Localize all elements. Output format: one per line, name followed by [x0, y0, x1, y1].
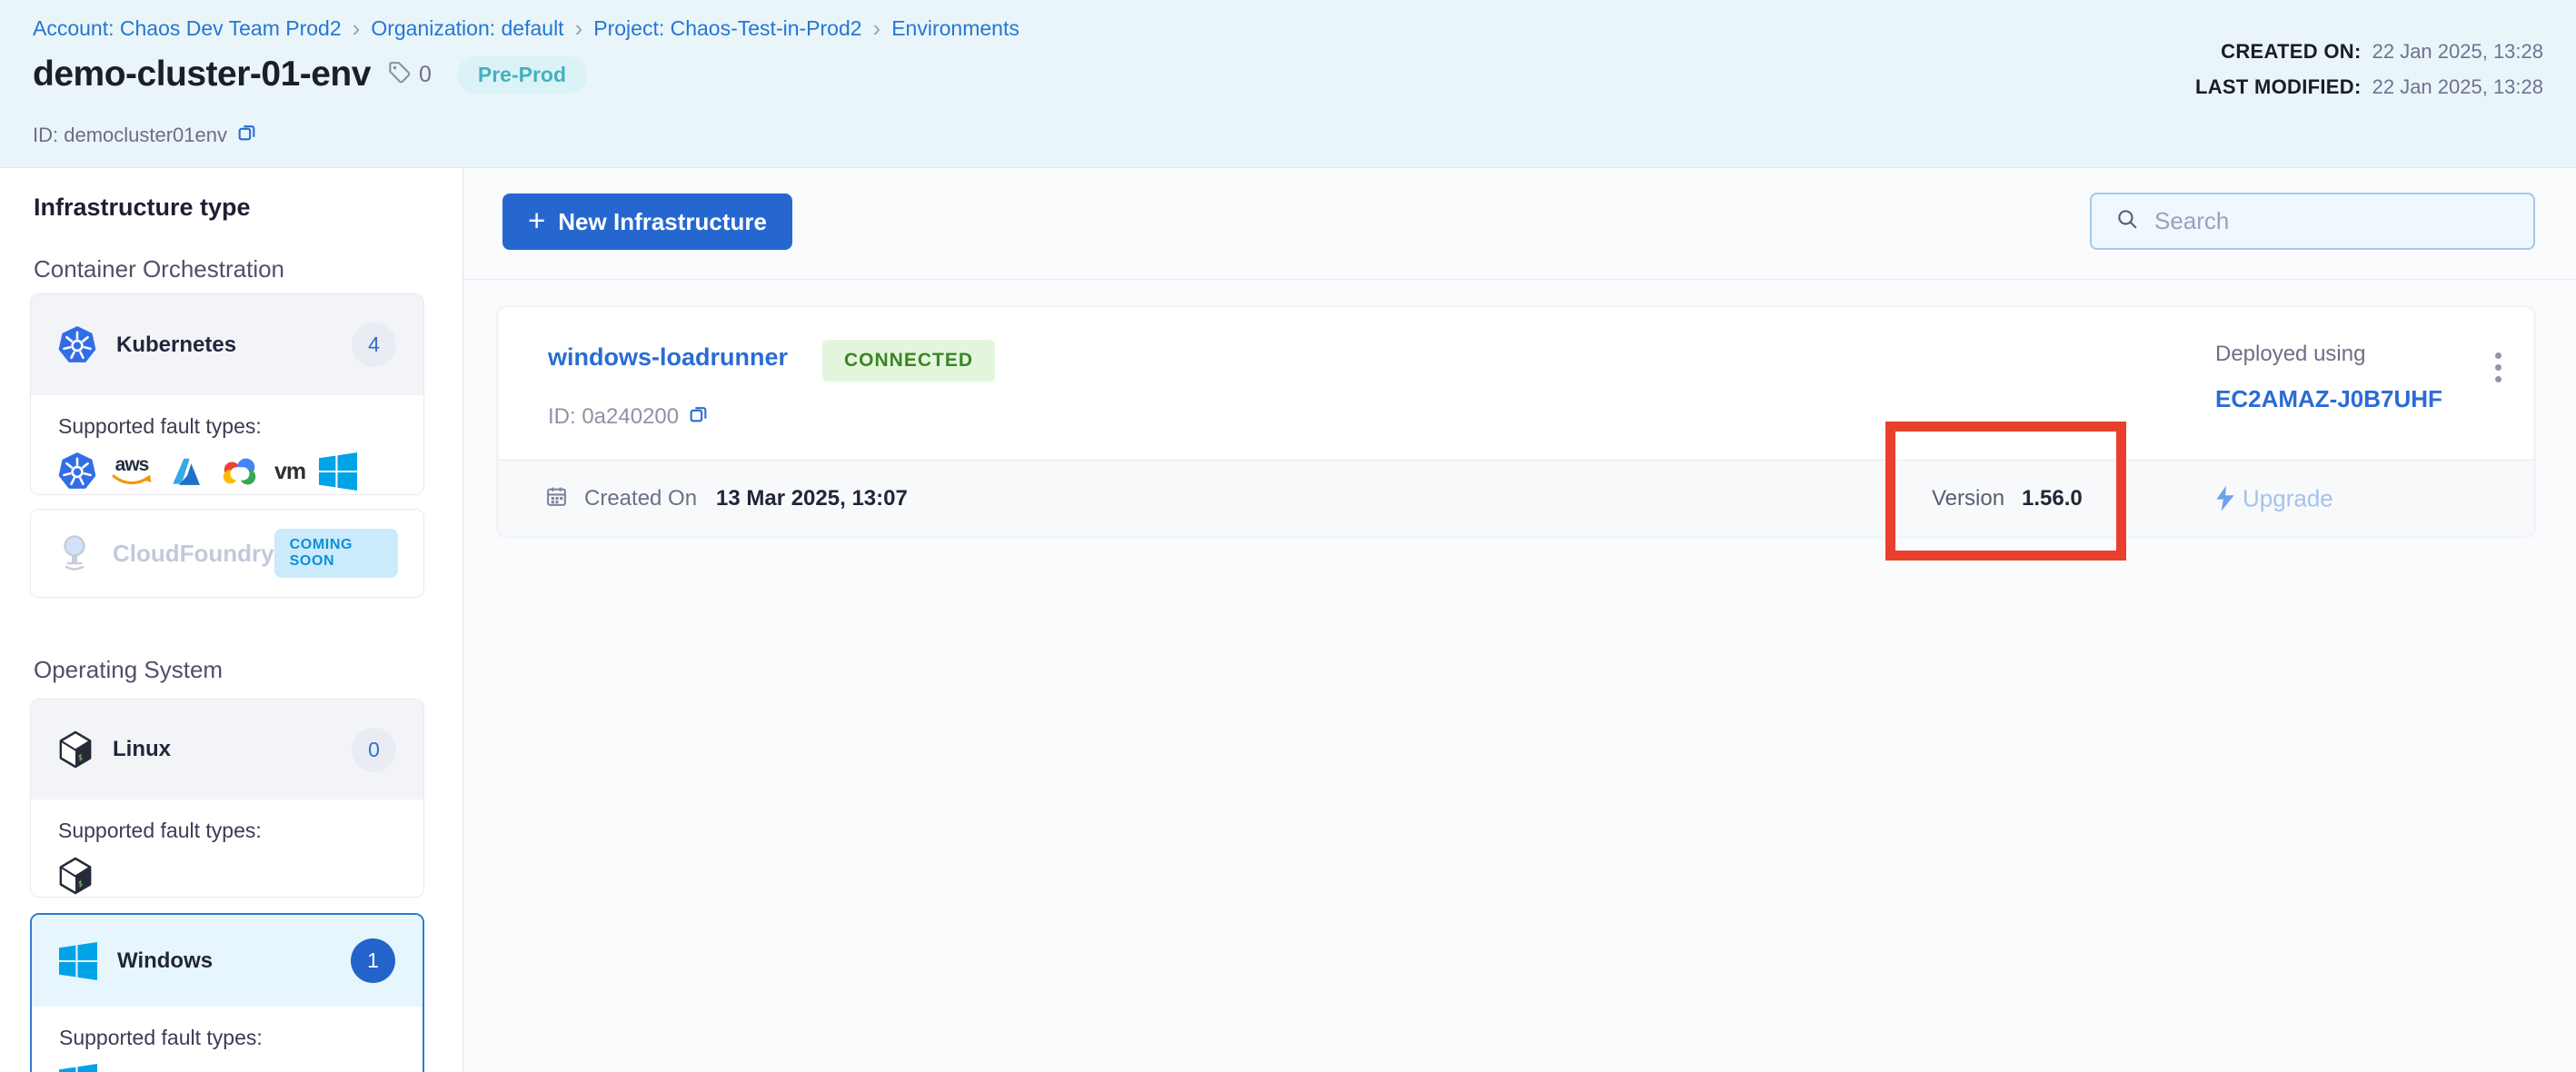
- vmware-icon: vm: [274, 452, 305, 491]
- linux-card-header: $ Linux 0: [31, 700, 423, 799]
- lightning-icon: [2215, 486, 2235, 511]
- new-infrastructure-button[interactable]: + New Infrastructure: [502, 194, 792, 250]
- sidebar-card-kubernetes[interactable]: Kubernetes 4 Supported fault types: aws: [30, 293, 424, 495]
- deployed-using-link[interactable]: EC2AMAZ-J0B7UHF: [2215, 385, 2442, 413]
- linux-icon: $: [58, 730, 93, 769]
- azure-icon: [167, 452, 205, 491]
- breadcrumb: Account: Chaos Dev Team Prod2 › Organiza…: [33, 16, 1019, 41]
- infrastructure-card: windows-loadrunner CONNECTED ID: 0a24020…: [497, 306, 2535, 536]
- sidebar-heading: Infrastructure type: [34, 194, 251, 222]
- windows-card-body: Supported fault types:: [32, 1007, 423, 1072]
- copy-icon[interactable]: [688, 403, 709, 431]
- page-header: Account: Chaos Dev Team Prod2 › Organiza…: [0, 0, 2576, 168]
- kubernetes-icon: [58, 452, 96, 491]
- kubernetes-label: Kubernetes: [116, 333, 236, 358]
- windows-icon: [319, 452, 357, 491]
- kubernetes-card-header: Kubernetes 4: [31, 294, 423, 395]
- environment-id-row: ID: democluster01env: [33, 122, 257, 148]
- supported-fault-types-label: Supported fault types:: [59, 1026, 395, 1050]
- sidebar-card-cloudfoundry: CloudFoundry COMING SOON: [30, 509, 424, 598]
- linux-count-badge: 0: [352, 728, 396, 772]
- linux-fault-type-icons: $: [58, 857, 396, 895]
- aws-icon: aws: [110, 452, 154, 491]
- tag-icon: [387, 60, 412, 89]
- linux-icon: $: [58, 857, 93, 895]
- kubernetes-icon: [58, 326, 96, 364]
- infrastructure-card-footer: Created On 13 Mar 2025, 13:07 Version 1.…: [498, 460, 2534, 536]
- search-box: [2090, 193, 2535, 250]
- tag-count: 0: [419, 62, 432, 88]
- created-on-label: Created On: [584, 486, 697, 511]
- sidebar-card-linux[interactable]: $ Linux 0 Supported fault types: $: [30, 699, 424, 898]
- calendar-icon: [545, 485, 568, 512]
- deployed-using-label: Deployed using: [2215, 342, 2365, 367]
- environment-type-badge: Pre-Prod: [457, 56, 587, 94]
- linux-card-body: Supported fault types: $: [31, 799, 423, 895]
- search-input[interactable]: [2154, 207, 2524, 235]
- breadcrumb-separator: ›: [873, 18, 881, 39]
- title-row: demo-cluster-01-env 0 Pre-Prod: [33, 55, 587, 94]
- infrastructure-id: ID: 0a240200: [548, 404, 679, 430]
- created-on-value: 22 Jan 2025, 13:28: [2372, 40, 2543, 64]
- cloudfoundry-icon: [56, 534, 93, 572]
- coming-soon-badge: COMING SOON: [274, 529, 398, 578]
- last-modified-value: 22 Jan 2025, 13:28: [2372, 75, 2543, 99]
- created-on-value: 13 Mar 2025, 13:07: [716, 486, 908, 511]
- supported-fault-types-label: Supported fault types:: [58, 819, 396, 843]
- environment-details-main: + New Infrastructure windows-loadrunner …: [463, 168, 2576, 1072]
- created-on-label: CREATED ON:: [2221, 40, 2361, 64]
- upgrade-label: Upgrade: [2243, 484, 2333, 512]
- last-modified-label: LAST MODIFIED:: [2195, 75, 2362, 99]
- toolbar-divider: [463, 279, 2576, 280]
- cloudfoundry-label: CloudFoundry: [113, 540, 274, 568]
- windows-icon: [59, 942, 97, 980]
- windows-fault-type-icons: [59, 1064, 395, 1072]
- infrastructure-id-row: ID: 0a240200: [548, 403, 709, 431]
- breadcrumb-account[interactable]: Account: Chaos Dev Team Prod2: [33, 16, 342, 41]
- plus-icon: +: [528, 207, 545, 234]
- kubernetes-fault-type-icons: aws vm: [58, 452, 396, 491]
- environment-id: ID: democluster01env: [33, 124, 227, 147]
- windows-icon: [59, 1064, 97, 1072]
- tags-control[interactable]: 0: [387, 60, 432, 89]
- new-infrastructure-label: New Infrastructure: [558, 208, 767, 236]
- supported-fault-types-label: Supported fault types:: [58, 414, 396, 439]
- last-modified-row: LAST MODIFIED: 22 Jan 2025, 13:28: [2195, 75, 2543, 99]
- breadcrumb-environments[interactable]: Environments: [891, 16, 1019, 41]
- sidebar-card-windows[interactable]: Windows 1 Supported fault types:: [30, 913, 424, 1072]
- app-window: Account: Chaos Dev Team Prod2 › Organiza…: [0, 0, 2576, 1072]
- kubernetes-card-body: Supported fault types: aws vm: [31, 395, 423, 491]
- breadcrumb-separator: ›: [575, 18, 583, 39]
- windows-count-badge: 1: [351, 938, 395, 983]
- windows-card-header: Windows 1: [32, 915, 423, 1007]
- kebab-menu-icon[interactable]: [2490, 347, 2507, 388]
- svg-text:$: $: [78, 753, 83, 762]
- page-title: demo-cluster-01-env: [33, 55, 371, 94]
- windows-label: Windows: [117, 948, 213, 974]
- svg-text:$: $: [78, 879, 83, 888]
- created-on-row: CREATED ON: 22 Jan 2025, 13:28: [2195, 40, 2543, 64]
- version-value: 1.56.0: [2022, 486, 2083, 511]
- version-label: Version: [1932, 486, 2004, 511]
- gcp-icon: [219, 452, 261, 491]
- breadcrumb-project[interactable]: Project: Chaos-Test-in-Prod2: [593, 16, 861, 41]
- infrastructure-name-link[interactable]: windows-loadrunner: [548, 343, 788, 372]
- section-container-orchestration: Container Orchestration: [34, 255, 284, 283]
- breadcrumb-separator: ›: [353, 18, 361, 39]
- search-icon: [2115, 207, 2140, 236]
- header-meta: CREATED ON: 22 Jan 2025, 13:28 LAST MODI…: [2195, 40, 2543, 99]
- status-badge: CONNECTED: [822, 340, 995, 382]
- infrastructure-type-sidebar: Infrastructure type Container Orchestrat…: [0, 168, 463, 1072]
- copy-icon[interactable]: [236, 122, 257, 148]
- section-operating-system: Operating System: [34, 656, 223, 684]
- linux-label: Linux: [113, 737, 171, 762]
- kubernetes-count-badge: 4: [352, 323, 396, 367]
- upgrade-button[interactable]: Upgrade: [2215, 484, 2333, 512]
- breadcrumb-organization[interactable]: Organization: default: [371, 16, 563, 41]
